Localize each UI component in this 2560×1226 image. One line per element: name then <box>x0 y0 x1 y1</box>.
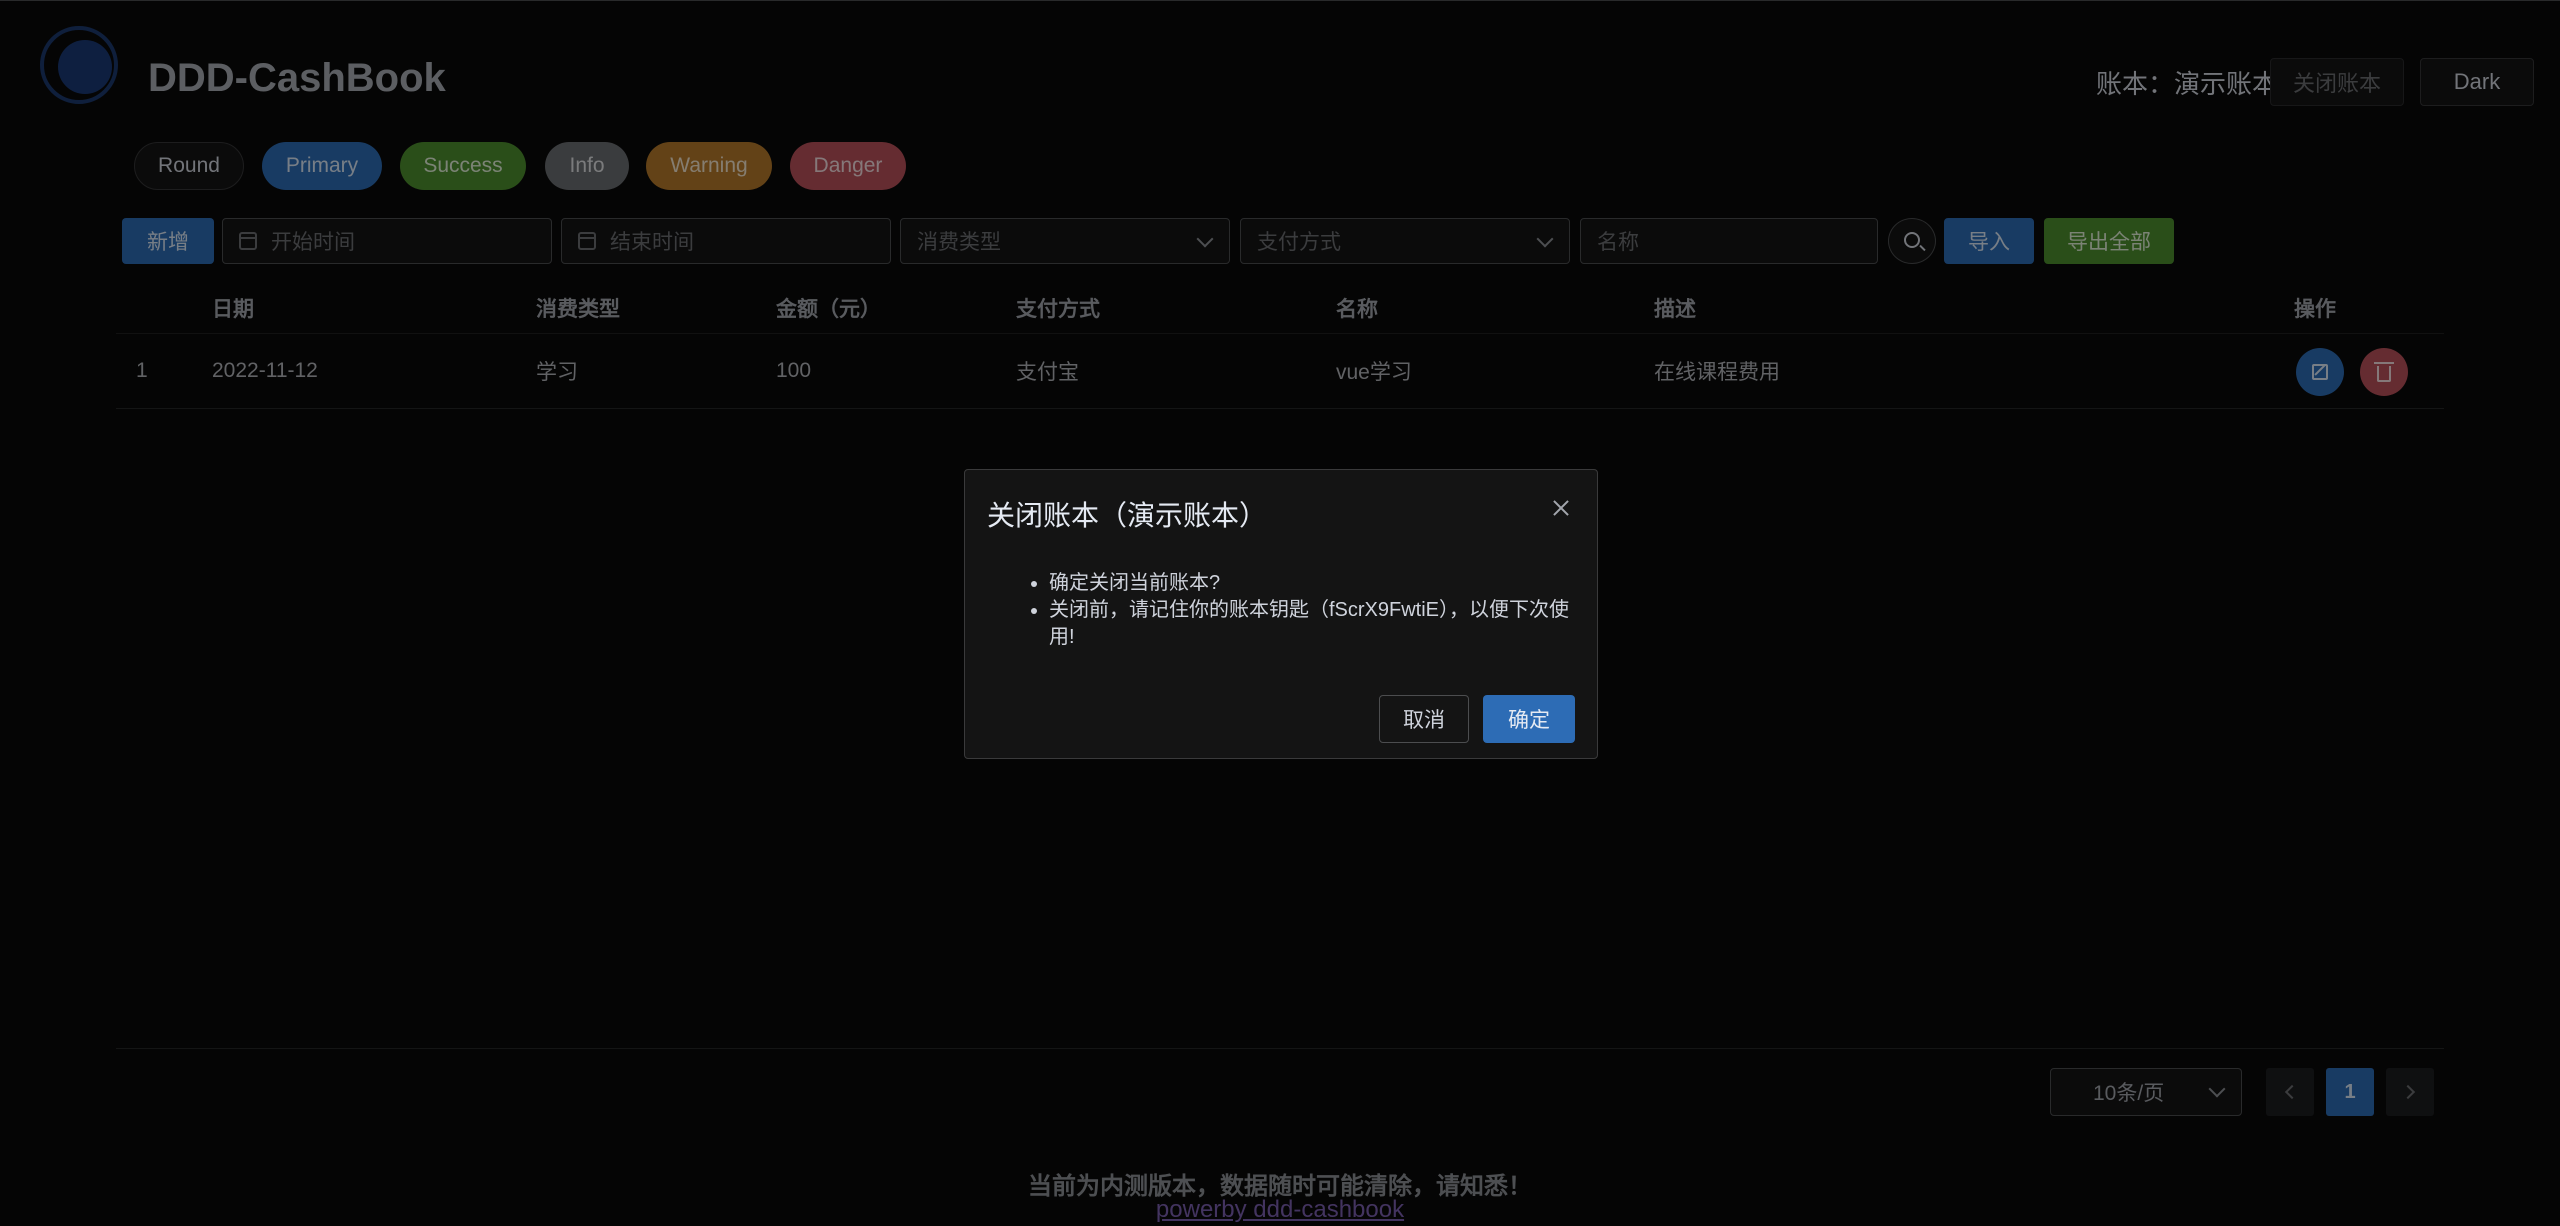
dialog-message-item: 确定关闭当前账本? <box>1049 570 1579 597</box>
cancel-button[interactable]: 取消 <box>1379 695 1469 743</box>
dialog-title: 关闭账本（演示账本） <box>987 500 1268 531</box>
dialog-message-item: 关闭前，请记住你的账本钥匙（fScrX9FwtiE），以便下次使用! <box>1049 597 1579 651</box>
close-book-dialog: 关闭账本（演示账本） 确定关闭当前账本? 关闭前，请记住你的账本钥匙（fScrX… <box>964 469 1598 759</box>
confirm-button[interactable]: 确定 <box>1483 695 1575 743</box>
close-icon[interactable] <box>1549 496 1573 520</box>
dialog-message: 确定关闭当前账本? 关闭前，请记住你的账本钥匙（fScrX9FwtiE），以便下… <box>1049 570 1579 651</box>
